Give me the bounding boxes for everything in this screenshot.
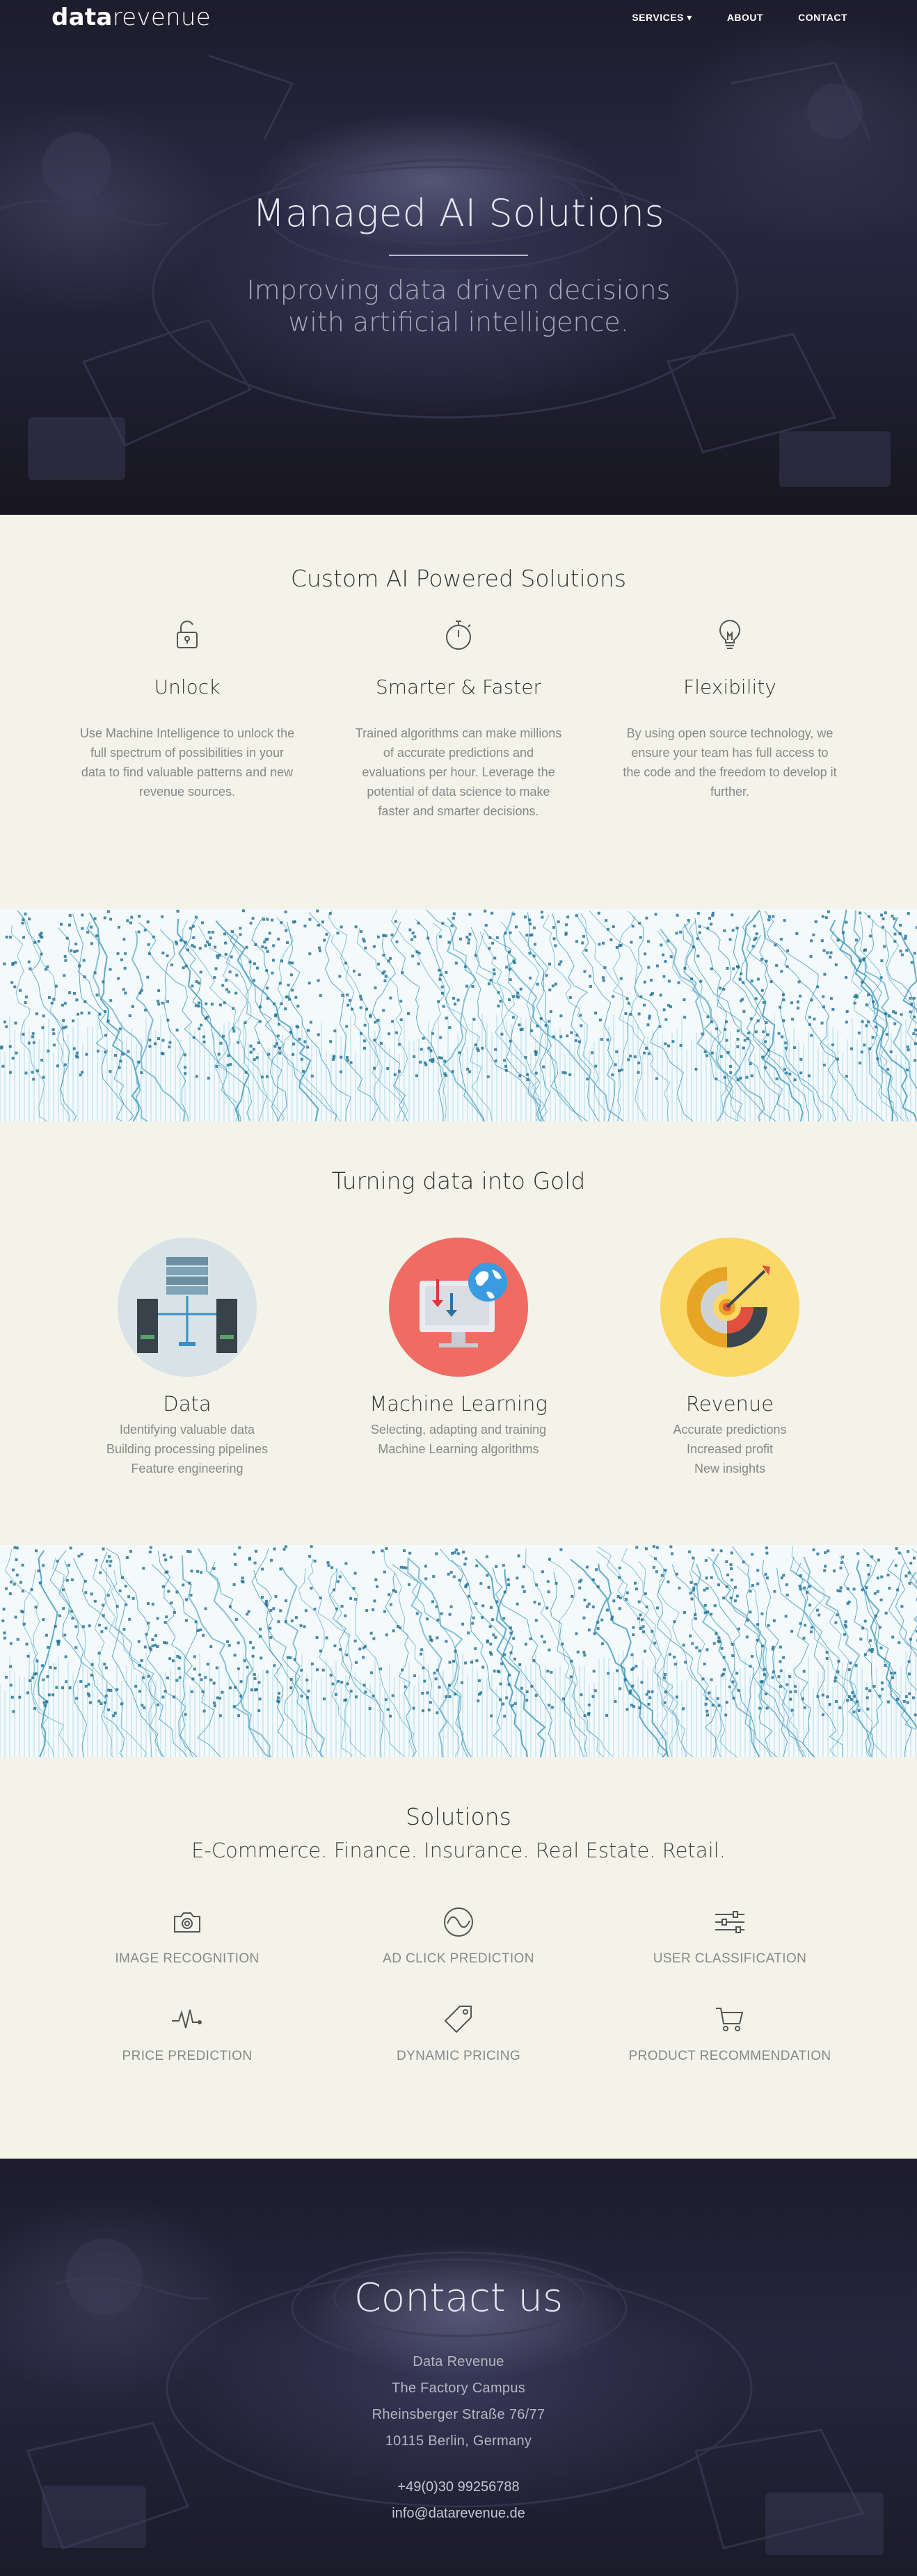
feature-description: Trained algorithms can make millions of … — [355, 726, 562, 818]
hero-subtitle-line2: with artificial intelligence. — [288, 307, 629, 337]
hero-section: datarevenue SERVICES ▾ ABOUT CONTACT Man… — [0, 0, 917, 515]
contact-phone-link[interactable]: +49(0)30 99256788 — [0, 2474, 917, 2500]
gold-item-data: Data Identifying valuable data Building … — [51, 1238, 323, 1478]
solution-product-recommendation[interactable]: PRODUCT RECOMMENDATION — [594, 2003, 866, 2064]
contact-street: Rheinsberger Straße 76/77 — [372, 2407, 545, 2422]
hero-title: Managed AI Solutions — [252, 191, 665, 235]
sliders-icon — [714, 1905, 746, 1939]
solution-ad-click-prediction[interactable]: AD CLICK PREDICTION — [323, 1905, 594, 1967]
logo-light-text: revenue — [112, 3, 211, 31]
gold-grid: Data Identifying valuable data Building … — [0, 1238, 917, 1478]
gold-item-title: Revenue — [685, 1392, 774, 1416]
solutions-title: Solutions — [406, 1803, 511, 1830]
solution-price-prediction[interactable]: PRICE PREDICTION — [51, 2003, 323, 2064]
hero-divider — [389, 255, 528, 256]
gold-item-lines: Accurate predictions Increased profit Ne… — [594, 1420, 866, 1478]
feature-title: Unlock — [154, 675, 221, 698]
datarevenue-logo[interactable]: datarevenue — [51, 3, 211, 31]
nav-services-dropdown[interactable]: SERVICES ▾ — [632, 12, 692, 24]
nav-about-link[interactable]: ABOUT — [727, 12, 763, 24]
solutions-section: Solutions E-Commerce. Finance. Insurance… — [0, 1757, 917, 2159]
feature-smarter-faster: Smarter & Faster Trained algorithms can … — [323, 618, 594, 821]
features-section: Custom AI Powered Solutions Unlock Use M… — [0, 515, 917, 909]
gold-line: Machine Learning algorithms — [378, 1442, 539, 1456]
feature-unlock: Unlock Use Machine Intelligence to unloc… — [51, 618, 323, 821]
contact-company: Data Revenue — [413, 2354, 504, 2369]
gold-line: Building processing pipelines — [106, 1442, 269, 1456]
target-icon — [660, 1238, 799, 1377]
contact-address: Data Revenue The Factory Campus Rheinsbe… — [0, 2349, 917, 2527]
solution-label: USER CLASSIFICATION — [653, 1951, 807, 1966]
solution-dynamic-pricing[interactable]: DYNAMIC PRICING — [323, 2003, 594, 2064]
contact-spacer — [0, 2454, 917, 2474]
gold-item-title: Machine Learning — [369, 1392, 548, 1416]
nav-links: SERVICES ▾ ABOUT CONTACT — [632, 12, 847, 24]
feature-title: Flexibility — [683, 675, 776, 698]
solution-label: AD CLICK PREDICTION — [383, 1951, 534, 1966]
feature-title: Smarter & Faster — [375, 675, 542, 698]
unlock-icon — [79, 618, 295, 652]
wave-circle-icon — [442, 1905, 475, 1939]
gold-item-lines: Selecting, adapting and training Machine… — [323, 1420, 594, 1459]
features-title: Custom AI Powered Solutions — [290, 565, 627, 592]
feature-description: Use Machine Intelligence to unlock the f… — [79, 726, 295, 799]
gold-line: Selecting, adapting and training — [370, 1423, 547, 1437]
lightbulb-icon — [622, 618, 838, 652]
contact-section: Contact us Data Revenue The Factory Camp… — [0, 2159, 917, 2576]
hero-content: Managed AI Solutions Improving data driv… — [0, 191, 917, 338]
logo-bold-text: data — [51, 3, 113, 31]
contact-city: 10115 Berlin, Germany — [385, 2433, 532, 2449]
gold-title: Turning data into Gold — [331, 1167, 586, 1194]
stopwatch-icon — [351, 618, 566, 652]
contact-email-link[interactable]: info@datarevenue.de — [0, 2500, 917, 2527]
solution-user-classification[interactable]: USER CLASSIFICATION — [594, 1905, 866, 1967]
gold-item-title: Data — [163, 1392, 212, 1416]
feature-description: By using open source technology, we ensu… — [623, 726, 837, 799]
data-visualization-banner — [0, 1545, 917, 1757]
top-navigation: datarevenue SERVICES ▾ ABOUT CONTACT — [0, 0, 917, 35]
pulse-icon — [170, 2003, 204, 2036]
feature-flexibility: Flexibility By using open source technol… — [594, 618, 866, 821]
monitor-globe-icon — [389, 1238, 528, 1377]
server-icon — [118, 1238, 257, 1377]
gold-line: Accurate predictions — [673, 1423, 787, 1437]
solutions-industries: E-Commerce. Finance. Insurance. Real Est… — [191, 1839, 726, 1862]
contact-title: Contact us — [353, 2275, 564, 2321]
gold-line: Identifying valuable data — [119, 1423, 255, 1437]
solution-label: PRODUCT RECOMMENDATION — [628, 2049, 831, 2063]
gold-item-revenue: Revenue Accurate predictions Increased p… — [594, 1238, 866, 1478]
hero-subtitle-line1: Improving data driven decisions — [246, 275, 671, 305]
contact-content: Contact us Data Revenue The Factory Camp… — [0, 2159, 917, 2527]
gold-section: Turning data into Gold Data Identifying … — [0, 1121, 917, 1545]
solutions-grid: IMAGE RECOGNITION AD CLICK PREDICTION US… — [0, 1905, 917, 2064]
solution-label: PRICE PREDICTION — [122, 2049, 253, 2063]
solution-image-recognition[interactable]: IMAGE RECOGNITION — [51, 1905, 323, 1967]
gold-line: New insights — [694, 1462, 766, 1475]
gold-item-machine-learning: Machine Learning Selecting, adapting and… — [323, 1238, 594, 1478]
data-visualization-banner — [0, 909, 917, 1121]
solution-label: IMAGE RECOGNITION — [115, 1951, 260, 1966]
contact-building: The Factory Campus — [391, 2381, 526, 2396]
solution-label: DYNAMIC PRICING — [396, 2049, 521, 2063]
gold-line: Feature engineering — [131, 1462, 244, 1475]
nav-contact-link[interactable]: CONTACT — [798, 12, 847, 24]
camera-icon — [173, 1905, 202, 1939]
gold-line: Increased profit — [686, 1442, 774, 1456]
cart-icon — [715, 2003, 745, 2036]
features-grid: Unlock Use Machine Intelligence to unloc… — [0, 618, 917, 821]
gold-item-lines: Identifying valuable data Building proce… — [51, 1420, 323, 1478]
tag-icon — [443, 2003, 474, 2036]
